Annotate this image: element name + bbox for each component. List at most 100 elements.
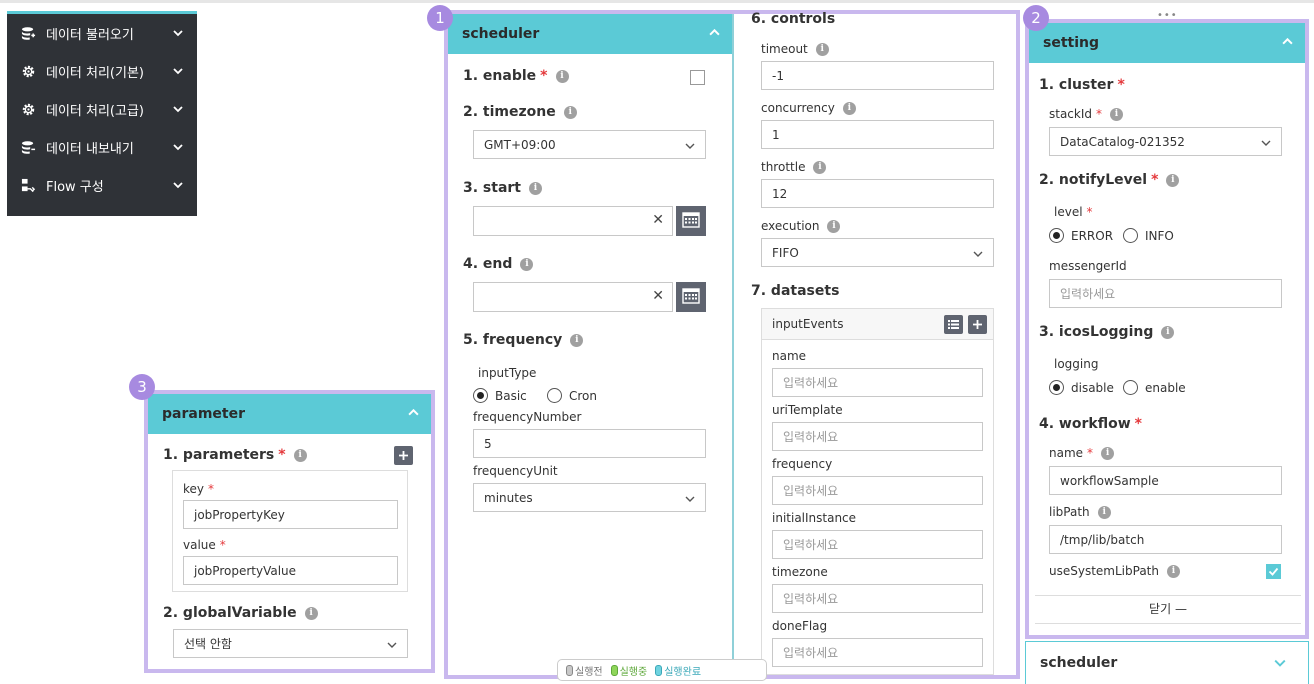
- field-label: doneFlag: [772, 619, 828, 633]
- panel-title: scheduler: [1040, 655, 1118, 671]
- setting-header[interactable]: setting: [1029, 23, 1305, 63]
- global-variable-select[interactable]: 선택 안함: [173, 629, 408, 658]
- top-divider: [0, 0, 1314, 3]
- start-date-input[interactable]: ✕: [473, 206, 673, 236]
- chevron-up-icon[interactable]: [408, 406, 419, 422]
- flow-icon: [20, 177, 36, 193]
- info-icon[interactable]: i: [1167, 564, 1180, 578]
- initial-instance-input[interactable]: 입력하세요: [772, 530, 983, 559]
- concurrency-input[interactable]: 1: [761, 120, 994, 149]
- add-button[interactable]: [968, 314, 987, 334]
- input-value: 1: [772, 127, 780, 142]
- info-icon[interactable]: i: [555, 69, 569, 83]
- frequency-number-label: frequencyNumber: [473, 410, 582, 424]
- nav-item-processing-basic[interactable]: 데이터 처리(기본): [7, 52, 197, 90]
- info-icon[interactable]: i: [842, 101, 856, 115]
- clear-icon[interactable]: ✕: [652, 212, 664, 228]
- add-parameter-button[interactable]: [394, 446, 413, 465]
- timezone-select[interactable]: GMT+09:00: [473, 130, 706, 159]
- nav-item-flow[interactable]: Flow 구성: [7, 166, 197, 204]
- chevron-down-icon: [973, 248, 983, 262]
- enable-radio[interactable]: enable: [1123, 380, 1186, 395]
- nav-item-label: 데이터 처리(기본): [46, 65, 144, 81]
- scheduler-collapsed-panel[interactable]: scheduler: [1025, 641, 1309, 684]
- logging-label: logging: [1054, 357, 1099, 371]
- radio-empty-icon: [1123, 228, 1138, 243]
- use-system-lib-path-checkbox[interactable]: [1266, 564, 1281, 579]
- legend-label: 실행중: [619, 666, 648, 678]
- info-icon[interactable]: i: [815, 42, 829, 56]
- radio-label: disable: [1071, 380, 1114, 395]
- execution-select[interactable]: FIFO: [761, 238, 994, 267]
- messenger-id-input[interactable]: 입력하세요: [1049, 279, 1282, 308]
- frequency-number-input[interactable]: 5: [473, 429, 706, 458]
- required-mark: *: [1117, 77, 1125, 93]
- chevron-down-icon: [685, 493, 695, 507]
- scheduler-panel: scheduler 1. enable * i 2. timezone i GMT+0…: [444, 10, 1020, 679]
- nav-item-label: 데이터 내보내기: [46, 141, 134, 157]
- close-button[interactable]: 닫기 —: [1035, 600, 1301, 617]
- timeout-label: timeout i: [761, 42, 829, 56]
- info-icon[interactable]: i: [1161, 325, 1175, 339]
- radio-selected-icon: [1049, 380, 1064, 395]
- enable-checkbox[interactable]: [690, 70, 705, 85]
- legend-label: 실행완료: [664, 666, 702, 678]
- scheduler-header[interactable]: scheduler: [448, 14, 732, 54]
- uri-template-input[interactable]: 입력하세요: [772, 422, 983, 451]
- info-radio[interactable]: INFO: [1123, 228, 1174, 243]
- timezone-input[interactable]: 입력하세요: [772, 584, 983, 613]
- info-icon[interactable]: i: [1110, 107, 1124, 121]
- frequency-input[interactable]: 입력하세요: [772, 476, 983, 505]
- info-icon[interactable]: i: [304, 606, 318, 620]
- nav-item-processing-advanced[interactable]: 데이터 처리(고급): [7, 90, 197, 128]
- throttle-input[interactable]: 12: [761, 179, 994, 208]
- name-input[interactable]: 입력하세요: [772, 368, 983, 397]
- lib-path-input[interactable]: /tmp/lib/batch: [1049, 525, 1282, 554]
- error-radio[interactable]: ERROR: [1049, 228, 1113, 243]
- global-variable-section: 2. globalVariable i: [163, 605, 318, 621]
- info-icon[interactable]: i: [570, 333, 584, 347]
- section-label: 4. end: [463, 256, 513, 272]
- info-icon[interactable]: i: [827, 219, 841, 233]
- cron-radio[interactable]: Cron: [547, 388, 597, 403]
- info-icon[interactable]: i: [529, 181, 543, 195]
- info-icon[interactable]: i: [1101, 446, 1115, 460]
- done-flag-input[interactable]: 입력하세요: [772, 638, 983, 667]
- legend-swatch: [655, 664, 663, 676]
- chevron-down-icon[interactable]: [1274, 654, 1286, 673]
- parameter-header[interactable]: parameter: [148, 394, 431, 434]
- timeout-input[interactable]: -1: [761, 61, 994, 90]
- chevron-down-icon: [173, 103, 183, 118]
- input-value: jobPropertyValue: [194, 563, 297, 578]
- input-value: jobPropertyKey: [194, 507, 285, 522]
- frequency-unit-select[interactable]: minutes: [473, 483, 706, 512]
- use-system-lib-path-label: useSystemLibPath i: [1049, 564, 1180, 578]
- field-label: timezone: [772, 565, 828, 579]
- disable-radio[interactable]: disable: [1049, 380, 1114, 395]
- end-date-input[interactable]: ✕: [473, 282, 673, 312]
- key-input[interactable]: jobPropertyKey: [183, 500, 398, 529]
- radio-label: Cron: [569, 388, 597, 403]
- basic-radio[interactable]: Basic: [473, 388, 527, 403]
- start-calendar-button[interactable]: [676, 206, 706, 236]
- input-value: 5: [484, 436, 492, 451]
- chevron-up-icon[interactable]: [1282, 35, 1293, 51]
- nav-item-data-export[interactable]: 데이터 내보내기: [7, 128, 197, 166]
- info-icon[interactable]: i: [520, 257, 534, 271]
- required-mark: *: [540, 68, 548, 84]
- info-icon[interactable]: i: [1166, 173, 1180, 187]
- info-icon[interactable]: i: [1097, 505, 1111, 519]
- section-label: 5. frequency: [463, 332, 563, 348]
- info-icon[interactable]: i: [293, 448, 307, 462]
- clear-icon[interactable]: ✕: [652, 288, 664, 304]
- nav-item-data-import[interactable]: 데이터 불러오기: [7, 14, 197, 52]
- end-calendar-button[interactable]: [676, 282, 706, 312]
- chevron-up-icon[interactable]: [709, 26, 720, 42]
- list-button[interactable]: [944, 314, 963, 334]
- field-label: uriTemplate: [772, 403, 843, 417]
- info-icon[interactable]: i: [813, 160, 827, 174]
- stack-id-select[interactable]: DataCatalog-021352: [1049, 127, 1282, 156]
- value-input[interactable]: jobPropertyValue: [183, 556, 398, 585]
- info-icon[interactable]: i: [563, 105, 577, 119]
- workflow-name-input[interactable]: workflowSample: [1049, 466, 1282, 495]
